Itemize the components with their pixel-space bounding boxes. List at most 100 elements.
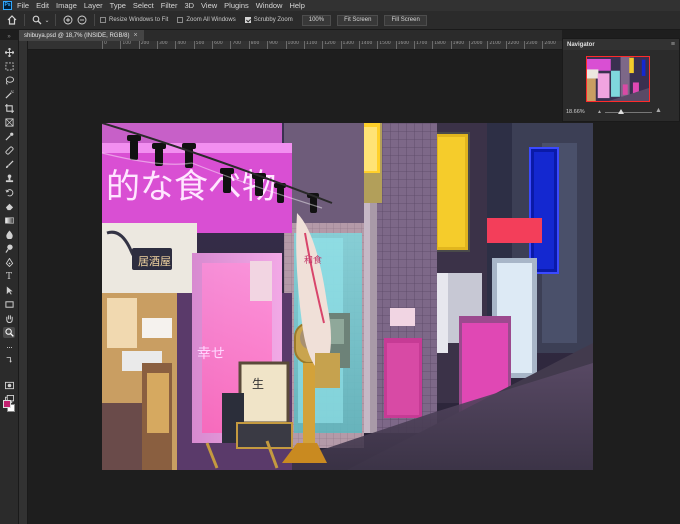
ruler-tick: 100 bbox=[120, 41, 131, 49]
fill-screen-button[interactable]: Fill Screen bbox=[384, 14, 427, 26]
checkbox-box[interactable] bbox=[100, 17, 106, 23]
brush-tool-icon[interactable] bbox=[3, 159, 15, 170]
more-tools-icon[interactable]: ··· bbox=[3, 341, 15, 352]
navigator-zoom-slider[interactable] bbox=[605, 112, 652, 113]
scrubby-zoom-checkbox[interactable]: Scrubby Zoom bbox=[244, 17, 293, 23]
lasso-tool-icon[interactable] bbox=[3, 75, 15, 86]
quick-mask-icon[interactable] bbox=[3, 380, 15, 391]
zoom-out-mountain-icon[interactable]: ▲ bbox=[597, 109, 602, 115]
hand-tool-icon[interactable] bbox=[3, 313, 15, 324]
divider bbox=[24, 14, 25, 26]
navigator-view-box[interactable] bbox=[586, 56, 650, 102]
navigator-header: Navigator ≡ bbox=[563, 39, 679, 50]
menu-layer[interactable]: Layer bbox=[84, 1, 103, 10]
zoom-all-windows-checkbox[interactable]: Zoom All Windows bbox=[177, 17, 236, 23]
artwork-canvas[interactable]: 的な食べ物 居酒屋 幸せ 生 和食 bbox=[102, 123, 593, 470]
ruler-tick: 700 bbox=[230, 41, 241, 49]
navigator-panel: Navigator ≡ 18.66% ▲ ▲ bbox=[562, 38, 680, 122]
rectangle-tool-icon[interactable] bbox=[3, 299, 15, 310]
shop-sign-text: 幸せ bbox=[197, 346, 225, 362]
zoom-icon[interactable] bbox=[30, 13, 44, 27]
menu-file[interactable]: File bbox=[17, 1, 29, 10]
collapse-icon[interactable]: » bbox=[3, 31, 15, 42]
home-icon[interactable] bbox=[5, 13, 19, 27]
gradient-tool-icon[interactable] bbox=[3, 215, 15, 226]
dodge-tool-icon[interactable] bbox=[3, 243, 15, 254]
ruler-tick: 2300 bbox=[524, 41, 538, 49]
zoom-100-button[interactable]: 100% bbox=[301, 14, 332, 26]
menu-type[interactable]: Type bbox=[110, 1, 126, 10]
navigator-title: Navigator bbox=[567, 41, 595, 48]
blur-tool-icon[interactable] bbox=[3, 229, 15, 240]
pen-tool-icon[interactable] bbox=[3, 257, 15, 268]
panel-menu-icon[interactable]: ≡ bbox=[671, 41, 675, 48]
clone-stamp-icon[interactable] bbox=[3, 173, 15, 184]
menu-3d[interactable]: 3D bbox=[184, 1, 194, 10]
resize-windows-checkbox[interactable]: Resize Windows to Fit bbox=[100, 17, 168, 23]
magic-wand-icon[interactable] bbox=[3, 89, 15, 100]
swap-colors-icon[interactable] bbox=[3, 354, 15, 365]
close-icon[interactable]: × bbox=[133, 32, 137, 39]
document-tab-bar: shibuya.psd @ 18,7% (INSIDE, RGB/8) × bbox=[19, 30, 562, 41]
navigator-zoom-slider-handle[interactable] bbox=[618, 109, 625, 114]
ruler-tick: 200 bbox=[138, 41, 149, 49]
ruler-tick: 900 bbox=[267, 41, 278, 49]
menu-view[interactable]: View bbox=[201, 1, 217, 10]
eraser-icon[interactable] bbox=[3, 201, 15, 212]
ruler-tick: 1500 bbox=[377, 41, 391, 49]
board-text: 生 bbox=[252, 377, 264, 391]
chevron-down-icon[interactable]: ⌄ bbox=[44, 13, 50, 27]
photoshop-logo: Ps bbox=[3, 1, 12, 10]
ruler-tick: 1000 bbox=[285, 41, 299, 49]
shibuya-illustration: 的な食べ物 居酒屋 幸せ 生 和食 bbox=[102, 123, 593, 470]
ruler-tick: 1700 bbox=[413, 41, 427, 49]
checkbox-box[interactable] bbox=[177, 17, 184, 23]
banner-text: 居酒屋 bbox=[138, 255, 171, 268]
menu-help[interactable]: Help bbox=[289, 1, 304, 10]
vertical-ruler bbox=[19, 41, 28, 524]
eyedropper-icon[interactable] bbox=[3, 131, 15, 142]
frame-tool-icon[interactable] bbox=[3, 117, 15, 128]
foreground-color-swatch[interactable] bbox=[3, 400, 11, 408]
divider bbox=[94, 14, 95, 26]
ruler-tick: 1200 bbox=[322, 41, 336, 49]
path-selection-icon[interactable] bbox=[3, 285, 15, 296]
options-bar: ⌄ Resize Windows to Fit Zoom All Windows… bbox=[0, 11, 680, 30]
zoom-in-icon[interactable] bbox=[61, 13, 75, 27]
ruler-tick: 600 bbox=[212, 41, 223, 49]
type-tool-icon[interactable]: T bbox=[3, 271, 15, 282]
ruler-tick: 2100 bbox=[487, 41, 501, 49]
scrubby-zoom-label: Scrubby Zoom bbox=[253, 17, 293, 23]
ruler-tick: 1400 bbox=[358, 41, 372, 49]
navigator-zoom-value[interactable]: 18.66% bbox=[566, 109, 585, 115]
zoom-out-icon[interactable] bbox=[75, 13, 89, 27]
zoom-in-mountain-icon[interactable]: ▲ bbox=[655, 107, 662, 114]
history-brush-icon[interactable] bbox=[3, 187, 15, 198]
horizontal-ruler: 0 100 200 300 400 500 600 700 800 900 1000 1100 1200… bbox=[28, 41, 562, 50]
ruler-tick: 1600 bbox=[395, 41, 409, 49]
healing-brush-icon[interactable] bbox=[3, 145, 15, 156]
divider bbox=[55, 14, 56, 26]
ruler-tick: 800 bbox=[248, 41, 259, 49]
checkbox-box[interactable] bbox=[244, 17, 251, 23]
ruler-tick: 300 bbox=[157, 41, 168, 49]
menu-edit[interactable]: Edit bbox=[36, 1, 49, 10]
menu-image[interactable]: Image bbox=[56, 1, 77, 10]
ruler-tick: 1100 bbox=[303, 41, 317, 49]
tab-shibuya[interactable]: shibuya.psd @ 18,7% (INSIDE, RGB/8) × bbox=[19, 30, 144, 41]
crop-tool-icon[interactable] bbox=[3, 103, 15, 114]
navigator-thumbnail[interactable] bbox=[586, 56, 650, 102]
zoom-tool-icon[interactable] bbox=[3, 327, 15, 338]
fit-screen-button[interactable]: Fit Screen bbox=[337, 14, 379, 26]
menu-window[interactable]: Window bbox=[256, 1, 283, 10]
menu-plugins[interactable]: Plugins bbox=[224, 1, 249, 10]
small-sign-text: 和食 bbox=[304, 254, 322, 266]
document-title: shibuya.psd @ 18,7% (INSIDE, RGB/8) bbox=[24, 32, 130, 39]
move-tool-icon[interactable] bbox=[3, 47, 15, 58]
ruler-tick: 1300 bbox=[340, 41, 354, 49]
menu-filter[interactable]: Filter bbox=[161, 1, 178, 10]
marquee-tool-icon[interactable] bbox=[3, 61, 15, 72]
zoom-all-windows-label: Zoom All Windows bbox=[186, 17, 236, 23]
ruler-tick: 1800 bbox=[432, 41, 446, 49]
menu-select[interactable]: Select bbox=[133, 1, 154, 10]
